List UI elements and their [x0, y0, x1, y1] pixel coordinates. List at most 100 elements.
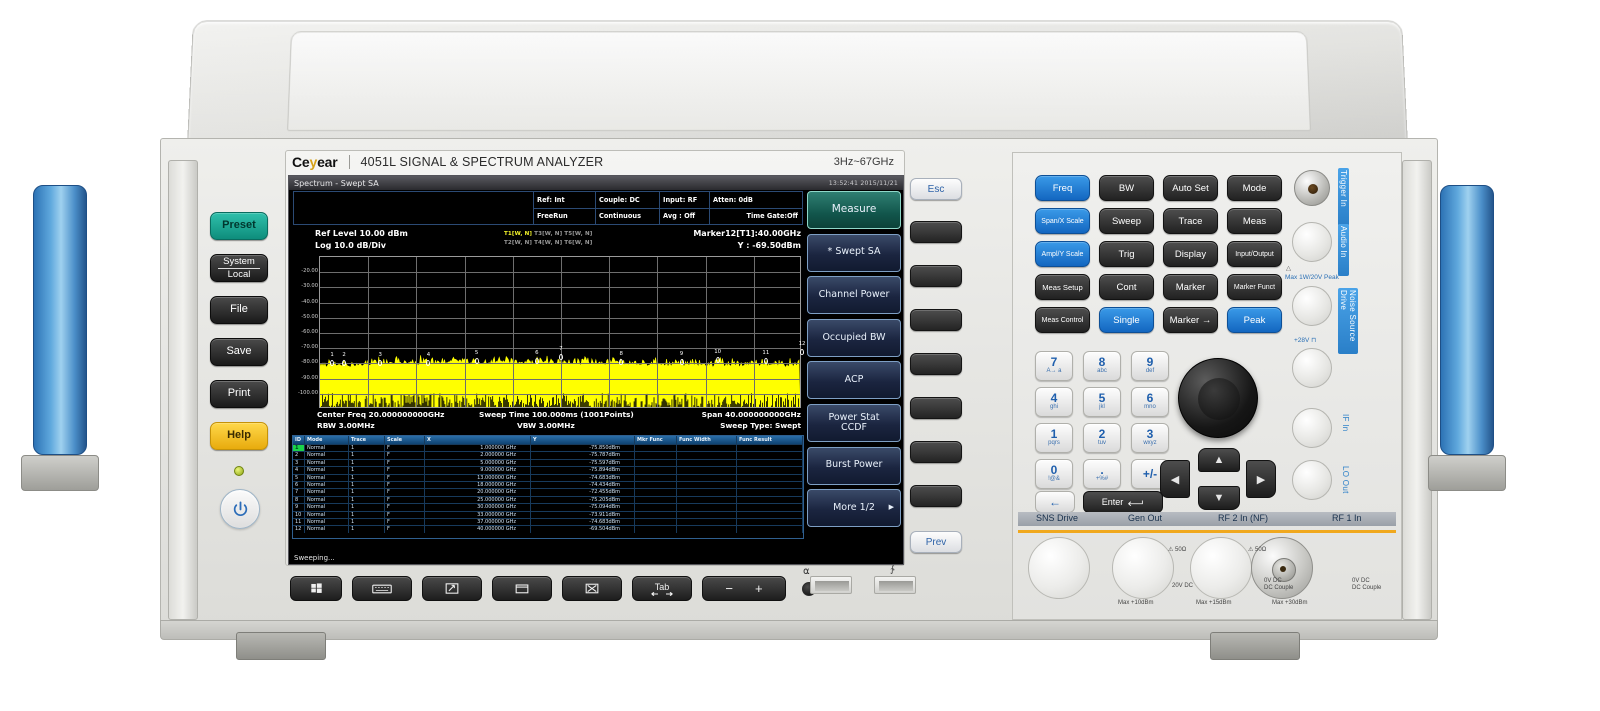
key-freq[interactable]: Freq	[1035, 175, 1090, 201]
softkey-1[interactable]: * Swept SA	[807, 234, 901, 272]
table-row[interactable]: 4Normal1F9.000000 GHz-75.894dBm	[293, 466, 803, 473]
table-row[interactable]: 8Normal1F25.000000 GHz-75.205dBm	[293, 496, 803, 503]
key-span-x-scale[interactable]: Span/X Scale	[1035, 208, 1090, 234]
save-button[interactable]: Save	[210, 338, 268, 366]
prev-button[interactable]: Prev	[910, 531, 962, 553]
keyboard-button[interactable]	[352, 576, 412, 601]
numkey-9[interactable]: 9def	[1131, 351, 1169, 381]
softkey-7[interactable]: More 1/2▶	[807, 489, 901, 527]
enter-button[interactable]: Enter	[1083, 491, 1163, 513]
numkey-1[interactable]: 1pqrs	[1035, 423, 1073, 453]
esc-button[interactable]: Esc	[910, 178, 962, 200]
key-single[interactable]: Single	[1099, 307, 1154, 333]
marker-number-label: 9	[680, 351, 683, 357]
softkey-hard-2[interactable]	[910, 265, 962, 287]
table-row[interactable]: 6Normal1F18.000000 GHz-74.434dBm	[293, 481, 803, 488]
table-row[interactable]: 3Normal1F5.000000 GHz-75.597dBm	[293, 459, 803, 466]
numkey-8[interactable]: 8abc	[1083, 351, 1121, 381]
numkey-7[interactable]: 7A→ a	[1035, 351, 1073, 381]
noise-source-drive-connector[interactable]	[1292, 286, 1332, 326]
softkey-hard-6[interactable]	[910, 441, 962, 463]
key-meas[interactable]: Meas	[1227, 208, 1282, 234]
key-input-output[interactable]: Input/Output	[1227, 241, 1282, 267]
table-row[interactable]: 12Normal1F40.000000 GHz-69.504dBm	[293, 525, 803, 532]
key-peak[interactable]: Peak	[1227, 307, 1282, 333]
arrow-right-button[interactable]: ▶	[1246, 460, 1276, 498]
numkey-5[interactable]: 5jkl	[1083, 387, 1121, 417]
power-button[interactable]	[220, 489, 260, 529]
table-row[interactable]: 11Normal1F37.000000 GHz-74.683dBm	[293, 518, 803, 525]
rf2-in-connector[interactable]	[1190, 537, 1252, 599]
preset-button[interactable]: Preset	[210, 212, 268, 240]
softkey-hard-7[interactable]	[910, 485, 962, 507]
softkey-hard-5[interactable]	[910, 397, 962, 419]
system-local-button[interactable]: System Local	[210, 254, 268, 282]
key-meas-setup[interactable]: Meas Setup	[1035, 274, 1090, 300]
lcd-screen[interactable]: Spectrum - Swept SA 13:52:41 2015/11/21 …	[288, 175, 904, 565]
y-axis-tick: -60.00	[301, 329, 318, 335]
key-auto-set[interactable]: Auto Set	[1163, 175, 1218, 201]
table-row[interactable]: 2Normal1F2.000000 GHz-75.787dBm	[293, 451, 803, 458]
numkey-[interactable]: .+%#	[1083, 459, 1121, 489]
softkey-hard-1[interactable]	[910, 221, 962, 243]
key-marker[interactable]: Marker →	[1163, 307, 1218, 333]
softkey-hard-4[interactable]	[910, 353, 962, 375]
spare-connector[interactable]	[1292, 348, 1332, 388]
volume-up-icon[interactable]: +	[755, 581, 763, 596]
table-row[interactable]: 9Normal1F30.000000 GHz-75.094dBm	[293, 503, 803, 510]
numkey-6[interactable]: 6mno	[1131, 387, 1169, 417]
key-cont[interactable]: Cont	[1099, 274, 1154, 300]
softkey-3[interactable]: Occupied BW	[807, 319, 901, 357]
arrow-up-button[interactable]: ▲	[1198, 448, 1240, 472]
key-sweep[interactable]: Sweep	[1099, 208, 1154, 234]
windows-start-button[interactable]	[290, 576, 342, 601]
key-mode[interactable]: Mode	[1227, 175, 1282, 201]
y-axis-tick: -80.00	[301, 359, 318, 365]
key-bw[interactable]: BW	[1099, 175, 1154, 201]
table-row[interactable]: 5Normal1F13.000000 GHz-74.683dBm	[293, 474, 803, 481]
rotary-knob[interactable]	[1178, 358, 1258, 438]
usb-port-2[interactable]	[874, 576, 916, 594]
usb-port-1[interactable]	[810, 576, 852, 594]
tab-button[interactable]: Tab	[632, 576, 692, 601]
key-meas-control[interactable]: Meas Control	[1035, 307, 1090, 333]
help-button[interactable]: Help	[210, 422, 268, 450]
volume-button[interactable]: − +	[702, 576, 786, 601]
marker-table[interactable]: ID Mode Trace Scale X Y Mkr Func Func Wi…	[292, 435, 804, 539]
softkey-4[interactable]: ACP	[807, 361, 901, 399]
table-row[interactable]: 7Normal1F20.000000 GHz-72.455dBm	[293, 488, 803, 495]
key-ampl-y-scale[interactable]: Ampl/Y Scale	[1035, 241, 1090, 267]
graticule: 123456789101112	[319, 256, 801, 408]
softkey-5[interactable]: Power Stat CCDF	[807, 404, 901, 442]
softkey-2[interactable]: Channel Power	[807, 276, 901, 314]
file-button[interactable]: File	[210, 296, 268, 324]
numkey-4[interactable]: 4ghi	[1035, 387, 1073, 417]
softkey-6[interactable]: Burst Power	[807, 447, 901, 485]
volume-down-icon[interactable]: −	[725, 581, 733, 596]
trigger-in-connector[interactable]	[1294, 170, 1330, 206]
audio-in-connector[interactable]	[1292, 222, 1332, 262]
gen-out-connector[interactable]	[1112, 537, 1174, 599]
if-in-connector[interactable]	[1292, 408, 1332, 448]
print-button[interactable]: Print	[210, 380, 268, 408]
window-button[interactable]	[492, 576, 552, 601]
lo-out-connector[interactable]	[1292, 460, 1332, 500]
key-trace[interactable]: Trace	[1163, 208, 1218, 234]
arrow-down-button[interactable]: ▼	[1198, 486, 1240, 510]
arrow-left-button[interactable]: ◀	[1160, 460, 1190, 498]
table-row[interactable]: 10Normal1F33.000000 GHz-73.911dBm	[293, 511, 803, 518]
key-trig[interactable]: Trig	[1099, 241, 1154, 267]
table-row[interactable]: 1Normal1F1.000000 GHz-75.850dBm	[293, 444, 803, 451]
key-display[interactable]: Display	[1163, 241, 1218, 267]
close-window-button[interactable]	[562, 576, 622, 601]
cell-func-result	[737, 452, 803, 458]
backspace-button[interactable]: ←	[1035, 491, 1075, 513]
numkey-2[interactable]: 2tuv	[1083, 423, 1121, 453]
key-marker-funct[interactable]: Marker Funct	[1227, 274, 1282, 300]
window-resize-button[interactable]	[422, 576, 482, 601]
softkey-hard-3[interactable]	[910, 309, 962, 331]
sns-drive-connector[interactable]	[1028, 537, 1090, 599]
key-marker[interactable]: Marker	[1163, 274, 1218, 300]
numkey-0[interactable]: 0!@&	[1035, 459, 1073, 489]
numkey-primary: 5	[1099, 392, 1106, 404]
